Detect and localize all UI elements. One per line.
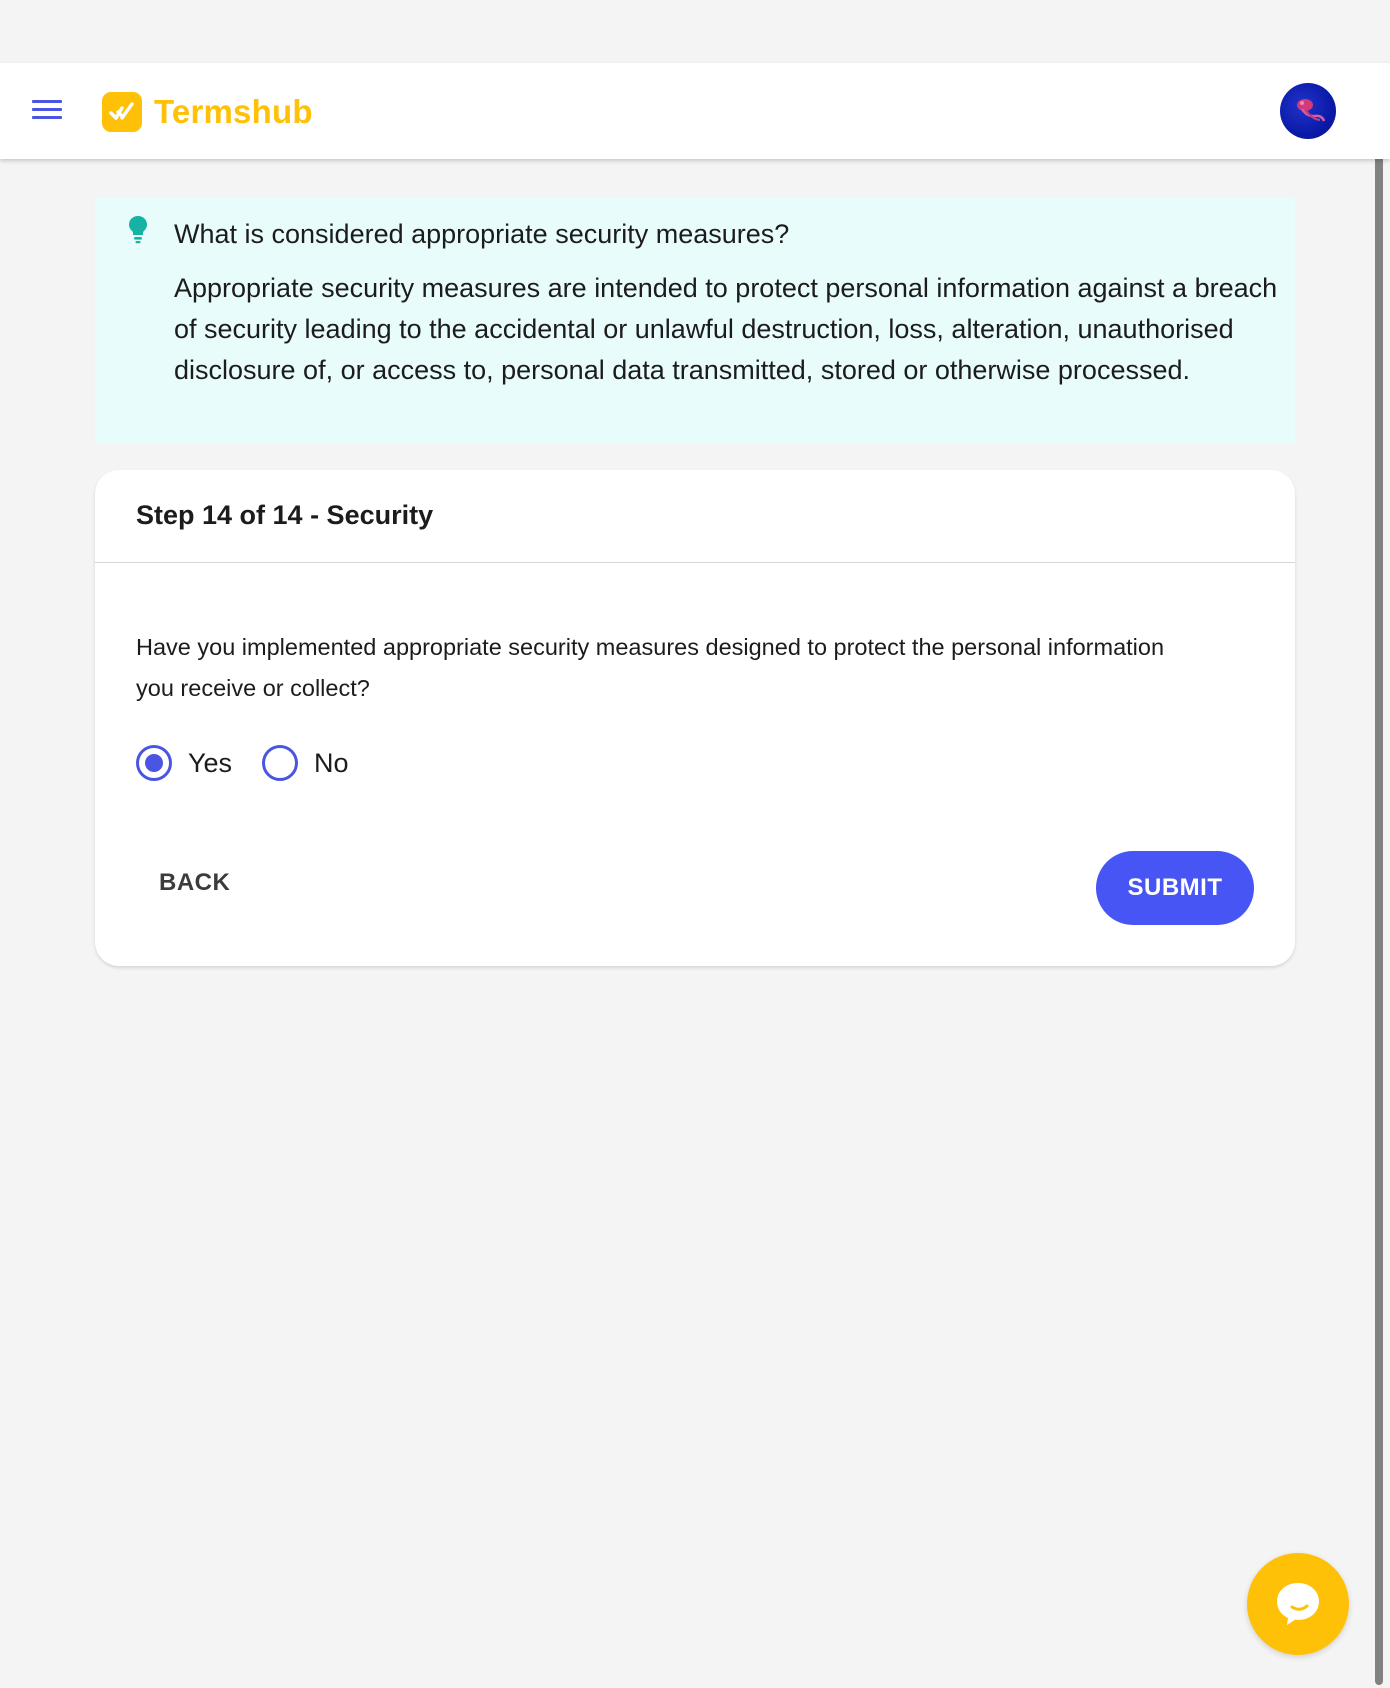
chat-launcher-button[interactable] bbox=[1247, 1553, 1349, 1655]
radio-option-no[interactable]: No bbox=[262, 745, 349, 781]
tip-body: Appropriate security measures are intend… bbox=[174, 273, 1278, 385]
termshub-logo-icon bbox=[102, 92, 142, 132]
radio-yes-checked-icon[interactable] bbox=[136, 745, 172, 781]
scrollbar-thumb[interactable] bbox=[1375, 133, 1383, 1685]
step-card-header: Step 14 of 14 - Security bbox=[95, 470, 1295, 563]
step-card: Step 14 of 14 - Security Have you implem… bbox=[95, 470, 1295, 966]
answer-radio-group: Yes No bbox=[136, 742, 379, 784]
back-button[interactable]: BACK bbox=[136, 856, 253, 910]
info-tip-panel: What is considered appropriate security … bbox=[95, 198, 1295, 443]
submit-button[interactable]: SUBMIT bbox=[1096, 851, 1254, 925]
top-strip bbox=[0, 0, 1390, 63]
radio-label-no: No bbox=[314, 747, 349, 778]
radio-option-yes[interactable]: Yes bbox=[136, 745, 232, 781]
chat-bubble-icon bbox=[1277, 1583, 1319, 1625]
hamburger-menu-icon[interactable] bbox=[30, 97, 64, 123]
user-avatar[interactable] bbox=[1280, 83, 1336, 139]
tip-title: What is considered appropriate security … bbox=[174, 219, 790, 249]
step-title: Step 14 of 14 - Security bbox=[136, 500, 434, 530]
app-bar: Termshub bbox=[0, 63, 1390, 159]
brand-logo[interactable]: Termshub bbox=[102, 91, 313, 133]
lightbulb-icon bbox=[126, 214, 150, 244]
brand-name: Termshub bbox=[154, 93, 313, 130]
radio-label-yes: Yes bbox=[188, 747, 233, 778]
radio-no-unchecked-icon[interactable] bbox=[262, 745, 299, 781]
question-text: Have you implemented appropriate securit… bbox=[136, 634, 1165, 701]
